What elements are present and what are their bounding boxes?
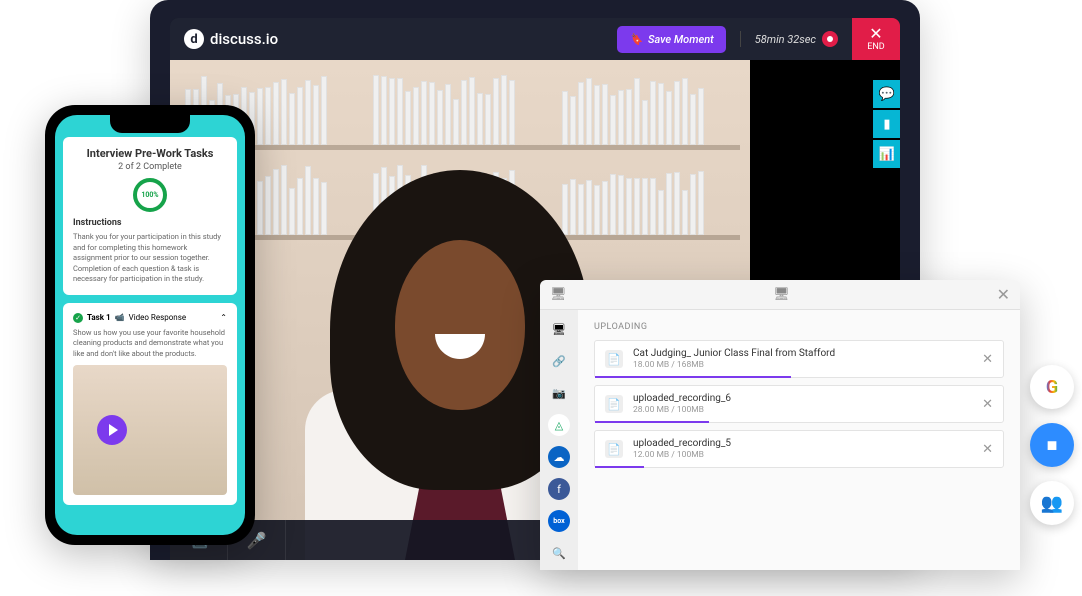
source-link-button[interactable]: 🔗 <box>548 350 570 372</box>
play-icon[interactable] <box>97 415 127 445</box>
phone-mockup: Interview Pre-Work Tasks 2 of 2 Complete… <box>45 105 255 545</box>
chevron-up-icon[interactable]: ⌃ <box>220 313 227 322</box>
source-google-drive-button[interactable]: ◬ <box>548 414 570 436</box>
device-icon-center: 🖥 <box>567 287 997 302</box>
poll-tool-button[interactable]: 📊 <box>873 140 900 168</box>
source-onedrive-button[interactable]: ☁ <box>548 446 570 468</box>
integration-icons: G ■ 👥 <box>1030 365 1074 525</box>
upload-file-row: 📄 uploaded_recording_628.00 MB / 100MB ✕ <box>594 385 1004 423</box>
instructions-heading: Instructions <box>73 218 227 228</box>
prework-title: Interview Pre-Work Tasks <box>73 147 227 160</box>
upload-file-row: 📄 uploaded_recording_512.00 MB / 100MB ✕ <box>594 430 1004 468</box>
recording-icon <box>822 31 838 47</box>
cancel-upload-button[interactable]: ✕ <box>982 352 993 367</box>
file-name: Cat Judging_ Junior Class Final from Sta… <box>633 348 972 359</box>
task-label: Task 1 <box>87 313 111 322</box>
upload-dialog: 🖥 🖥 ✕ 🖥 🔗 📷 ◬ ☁ f box 🔍 UPLOADING 📄 Cat Judging_… <box>540 280 1020 570</box>
upload-file-row: 📄 Cat Judging_ Junior Class Final from St… <box>594 340 1004 378</box>
close-icon: ✕ <box>869 26 882 42</box>
video-icon: 📹 <box>115 313 125 322</box>
prework-header-card: Interview Pre-Work Tasks 2 of 2 Complete… <box>63 137 237 295</box>
video-thumbnail[interactable] <box>73 365 227 495</box>
brand-logo: d discuss.io <box>184 29 278 49</box>
phone-screen: Interview Pre-Work Tasks 2 of 2 Complete… <box>55 115 245 535</box>
session-timer: 58min 32sec <box>740 31 838 47</box>
close-dialog-button[interactable]: ✕ <box>997 285 1010 304</box>
prework-progress-text: 2 of 2 Complete <box>73 162 227 172</box>
task-type: Video Response <box>129 313 186 322</box>
end-label: END <box>867 42 884 52</box>
save-moment-button[interactable]: 🔖 Save Moment <box>617 26 725 53</box>
source-device-button[interactable]: 🖥 <box>548 318 570 340</box>
task-prompt: Show us how you use your favorite househ… <box>73 328 227 360</box>
source-facebook-button[interactable]: f <box>548 478 570 500</box>
bookmark-icon: 🔖 <box>629 33 643 46</box>
integration-teams-button[interactable]: 👥 <box>1030 481 1074 525</box>
cancel-upload-button[interactable]: ✕ <box>982 442 993 457</box>
file-name: uploaded_recording_5 <box>633 438 972 449</box>
upload-main: UPLOADING 📄 Cat Judging_ Junior Class Fin… <box>578 310 1020 570</box>
end-call-button[interactable]: ✕ END <box>852 18 900 60</box>
app-topbar: d discuss.io 🔖 Save Moment 58min 32sec ✕… <box>170 18 900 60</box>
file-size: 28.00 MB / 100MB <box>633 405 972 415</box>
cancel-upload-button[interactable]: ✕ <box>982 397 993 412</box>
logo-mark: d <box>184 29 204 49</box>
integration-google-button[interactable]: G <box>1030 365 1074 409</box>
upload-header: 🖥 🖥 ✕ <box>540 280 1020 310</box>
file-size: 12.00 MB / 100MB <box>633 450 972 460</box>
brand-name: discuss.io <box>210 30 278 48</box>
check-icon: ✓ <box>73 313 83 323</box>
device-icon: 🖥 <box>550 287 567 302</box>
instructions-body: Thank you for your participation in this… <box>73 232 227 285</box>
file-name: uploaded_recording_6 <box>633 393 972 404</box>
file-icon: 📄 <box>605 350 623 368</box>
file-size: 18.00 MB / 168MB <box>633 360 972 370</box>
notes-tool-button[interactable]: ▮ <box>873 110 900 138</box>
chat-tool-button[interactable]: 💬 <box>873 80 900 108</box>
source-camera-button[interactable]: 📷 <box>548 382 570 404</box>
source-box-button[interactable]: box <box>548 510 570 532</box>
save-moment-label: Save Moment <box>648 33 714 46</box>
task-card[interactable]: ✓ Task 1 📹 Video Response ⌃ Show us how … <box>63 303 237 506</box>
timer-text: 58min 32sec <box>755 33 816 46</box>
uploading-heading: UPLOADING <box>594 322 1004 332</box>
upload-sources-sidebar: 🖥 🔗 📷 ◬ ☁ f box 🔍 <box>540 310 578 570</box>
file-icon: 📄 <box>605 440 623 458</box>
source-search-button[interactable]: 🔍 <box>548 542 570 564</box>
progress-ring: 100% <box>133 178 167 212</box>
integration-zoom-button[interactable]: ■ <box>1030 423 1074 467</box>
file-icon: 📄 <box>605 395 623 413</box>
